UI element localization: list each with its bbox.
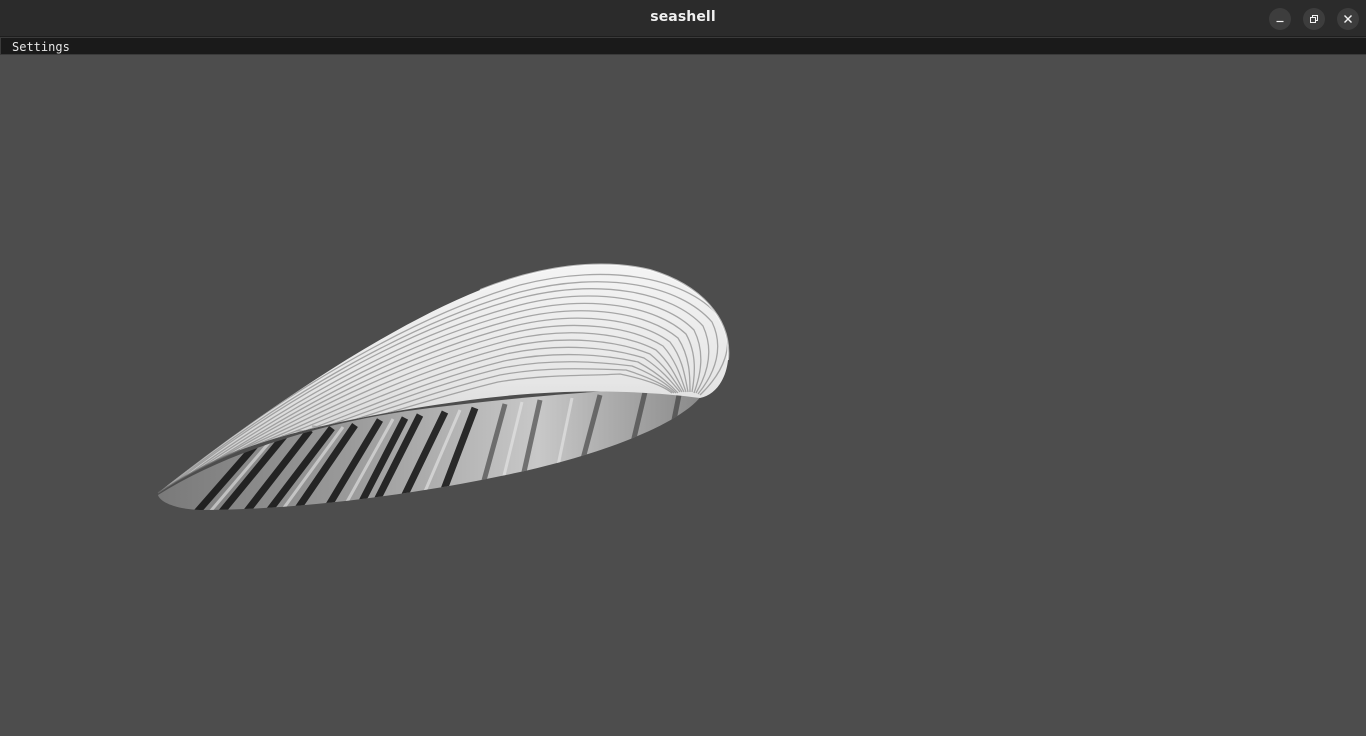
close-icon [1344, 15, 1352, 23]
window-title: seashell [650, 9, 716, 25]
maximize-button[interactable] [1303, 8, 1325, 30]
minimize-button[interactable] [1269, 8, 1291, 30]
menu-settings[interactable]: Settings [12, 40, 70, 54]
seashell-model [157, 263, 730, 510]
minimize-icon [1276, 20, 1284, 23]
restore-icon [1310, 15, 1318, 23]
3d-viewport[interactable] [0, 55, 1366, 736]
app-window: seashell Settings [0, 0, 1366, 736]
title-bar[interactable]: seashell [0, 0, 1366, 37]
close-button[interactable] [1337, 8, 1359, 30]
menu-bar: Settings [0, 37, 1366, 55]
